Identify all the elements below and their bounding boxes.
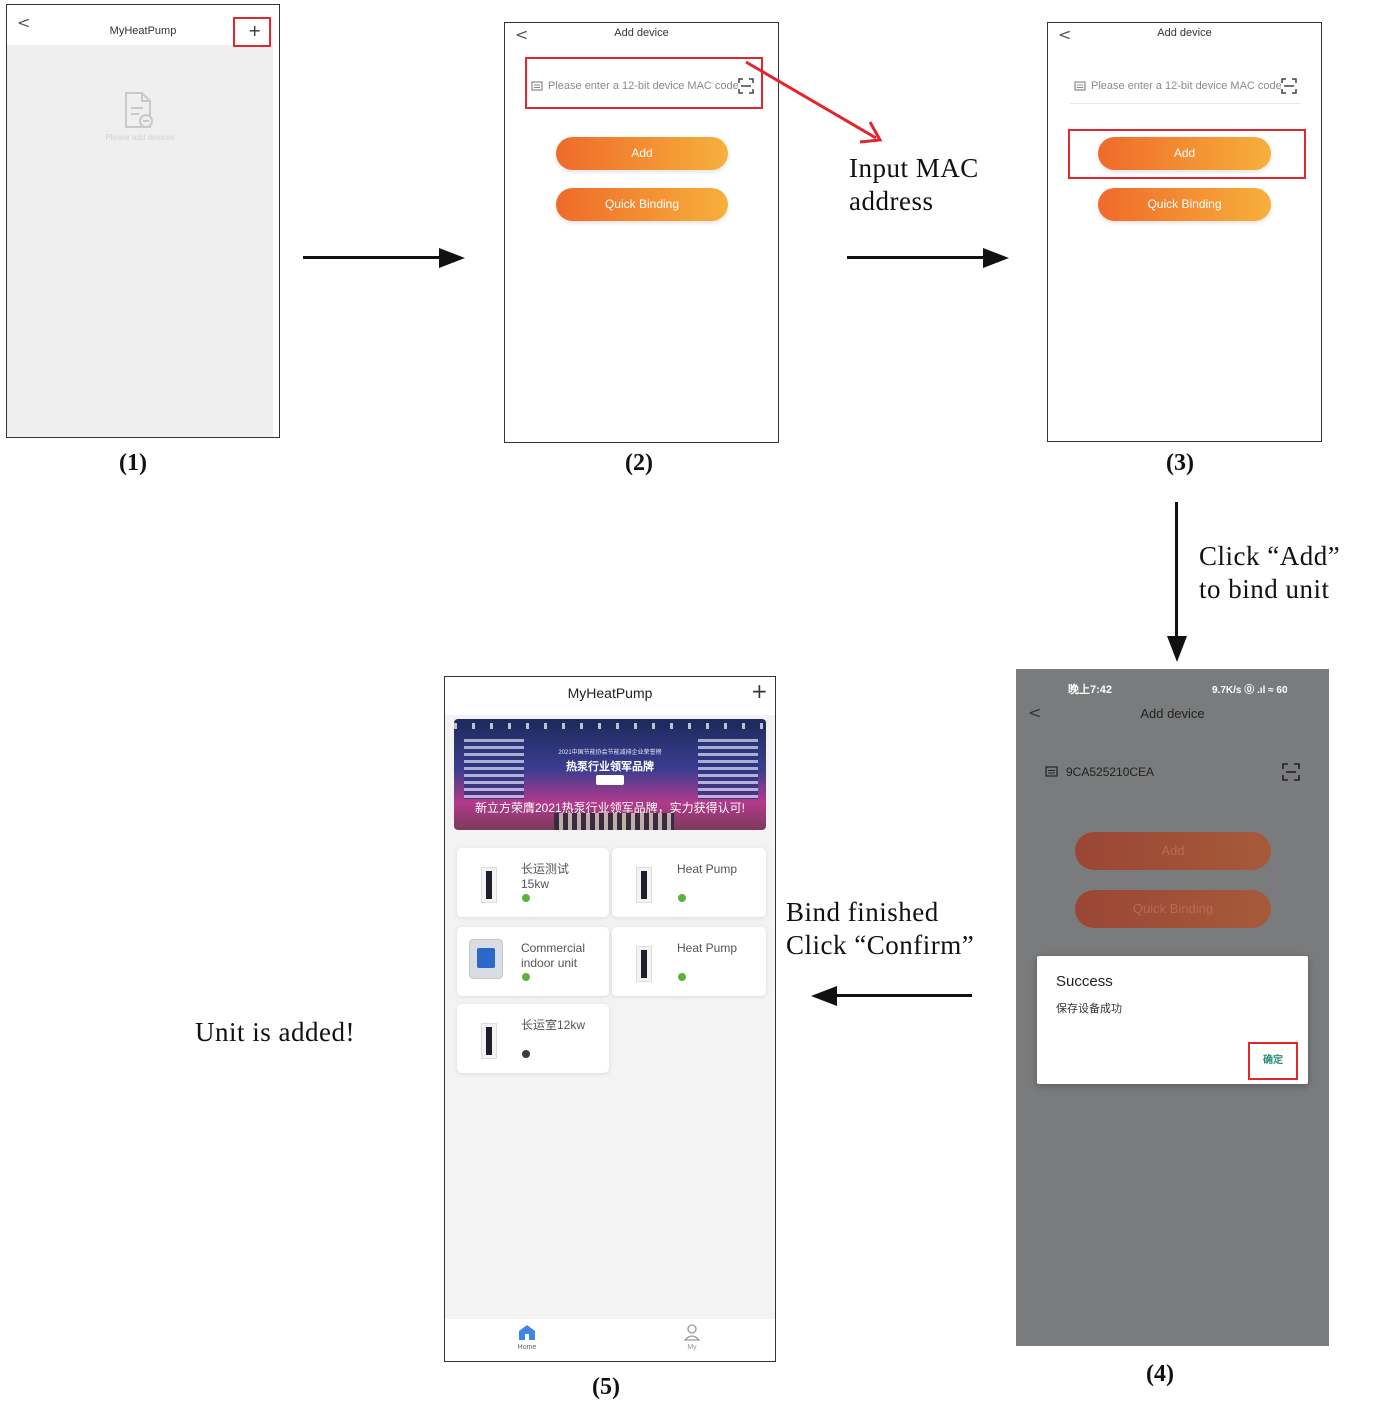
red-pointer-arrow <box>745 60 883 144</box>
note-bind-finished: Bind finished Click “Confirm” <box>786 896 974 962</box>
screen-1-device-list: < MyHeatPump + Please add devices <box>6 4 280 438</box>
quick-binding-button[interactable]: Quick Binding <box>1098 188 1271 221</box>
brand-logo <box>596 775 624 785</box>
arrow-1-to-2 <box>303 256 443 259</box>
device-card[interactable]: 长运测试 15kw <box>457 848 609 917</box>
scan-icon[interactable] <box>1281 78 1297 94</box>
page-title: Add device <box>614 27 669 39</box>
banner[interactable]: 2021中国节能协会节能减排企业荣誉榜 热泵行业领军品牌 新立方荣膺2021热泵… <box>454 719 766 830</box>
status-dot <box>678 894 686 902</box>
note-line: to bind unit <box>1199 574 1330 604</box>
heat-pump-icon <box>636 946 652 982</box>
quick-binding-button[interactable]: Quick Binding <box>1075 890 1271 928</box>
mac-input[interactable]: Please enter a 12-bit device MAC code <box>1091 80 1281 92</box>
highlight-box <box>525 57 763 109</box>
arrowhead-icon <box>439 248 465 268</box>
add-device-button[interactable]: + <box>751 679 768 703</box>
device-card[interactable]: 长运室12kw <box>457 1004 609 1073</box>
nav-home[interactable]: Home <box>507 1323 547 1357</box>
nav-my[interactable]: My <box>672 1323 712 1357</box>
device-card[interactable]: Heat Pump <box>612 927 766 996</box>
heat-pump-icon <box>481 1023 497 1059</box>
mac-input[interactable]: 9CA525210CEA <box>1066 765 1154 779</box>
caption-2: (2) <box>625 450 653 476</box>
arrowhead-icon <box>811 986 837 1006</box>
indoor-unit-screen <box>477 948 495 968</box>
caption-3: (3) <box>1166 450 1194 476</box>
success-dialog: Success 保存设备成功 确定 <box>1037 956 1308 1084</box>
page-title: Add device <box>1157 27 1212 39</box>
arrow-3-to-4 <box>1175 502 1178 640</box>
bottom-nav: Home My <box>445 1319 775 1361</box>
note-input-mac: Input MAC address <box>849 152 979 218</box>
home-icon <box>519 1325 535 1340</box>
highlight-box <box>1248 1042 1298 1080</box>
nav-my-label: My <box>687 1344 697 1351</box>
highlight-box <box>233 17 271 47</box>
note-line: Input MAC <box>849 153 979 183</box>
indoor-unit-icon <box>469 939 503 979</box>
device-name: Commercial indoor unit <box>521 941 585 971</box>
status-time: 晚上7:42 <box>1068 684 1113 696</box>
note-line: Click “Confirm” <box>786 930 975 960</box>
device-name-2: indoor unit <box>521 956 578 970</box>
heat-pump-icon <box>481 867 497 903</box>
caption-1: (1) <box>119 450 147 476</box>
device-name: 长运测试 15kw <box>521 862 569 892</box>
quick-binding-button[interactable]: Quick Binding <box>556 188 728 221</box>
status-dot <box>522 894 530 902</box>
highlight-box <box>1068 129 1306 179</box>
screen-4-success-dialog: 晚上7:42 9.7K/s ⓪ .ıl ≈ 60 < Add device 9C… <box>1016 669 1329 1346</box>
screen-2-add-device: < Add device Please enter a 12-bit devic… <box>504 22 779 443</box>
note-line: Bind finished <box>786 897 939 927</box>
status-dot <box>678 973 686 981</box>
device-icon <box>1074 81 1086 91</box>
empty-state-text: Please add devices <box>105 133 175 142</box>
dialog-message: 保存设备成功 <box>1056 1003 1122 1015</box>
note-line: address <box>849 186 934 216</box>
scan-icon[interactable] <box>1282 763 1300 781</box>
arrow-4-to-5 <box>832 994 972 997</box>
note-unit-added: Unit is added! <box>195 1017 355 1047</box>
banner-line-2: 热泵行业领军品牌 <box>566 761 654 773</box>
banner-stripe <box>454 723 766 729</box>
device-name: Heat Pump <box>677 862 738 876</box>
note-line: Click “Add” <box>1199 541 1341 571</box>
caption-5: (5) <box>592 1374 620 1400</box>
page-title: MyHeatPump <box>567 685 653 701</box>
user-icon <box>683 1324 701 1341</box>
arrowhead-icon <box>1167 636 1187 662</box>
input-underline <box>1070 103 1300 104</box>
status-dot <box>522 1050 530 1058</box>
banner-crowd <box>554 813 674 830</box>
status-dot <box>522 973 530 981</box>
arrowhead-icon <box>983 248 1009 268</box>
device-name: Heat Pump <box>677 941 738 955</box>
heat-pump-icon <box>636 867 652 903</box>
device-name-2: 15kw <box>521 877 550 891</box>
add-button[interactable]: Add <box>1075 832 1271 870</box>
screen-3-add-device: < Add device Please enter a 12-bit devic… <box>1047 22 1322 442</box>
device-name: 长运室12kw <box>521 1018 586 1032</box>
device-icon <box>1045 766 1058 777</box>
device-card[interactable]: Heat Pump <box>612 848 766 917</box>
note-click-add: Click “Add” to bind unit <box>1199 540 1340 606</box>
device-name-1: 长运测试 <box>521 862 570 876</box>
banner-line-1: 2021中国节能协会节能减排企业荣誉榜 <box>558 750 662 756</box>
device-name-1: Commercial <box>521 941 586 955</box>
add-button[interactable]: Add <box>556 137 728 170</box>
screen-5-home: MyHeatPump + 2021中国节能协会节能减排企业荣誉榜 热泵行业领军品… <box>444 676 776 1362</box>
caption-4: (4) <box>1146 1361 1174 1387</box>
nav-home-label: Home <box>517 1344 537 1351</box>
status-right: 9.7K/s ⓪ .ıl ≈ 60 <box>1212 685 1288 696</box>
page-title: Add device <box>1140 706 1205 721</box>
document-icon <box>125 92 153 128</box>
device-card[interactable]: Commercial indoor unit <box>457 927 609 996</box>
dialog-title: Success <box>1056 973 1113 990</box>
arrow-2-to-3 <box>847 256 987 259</box>
